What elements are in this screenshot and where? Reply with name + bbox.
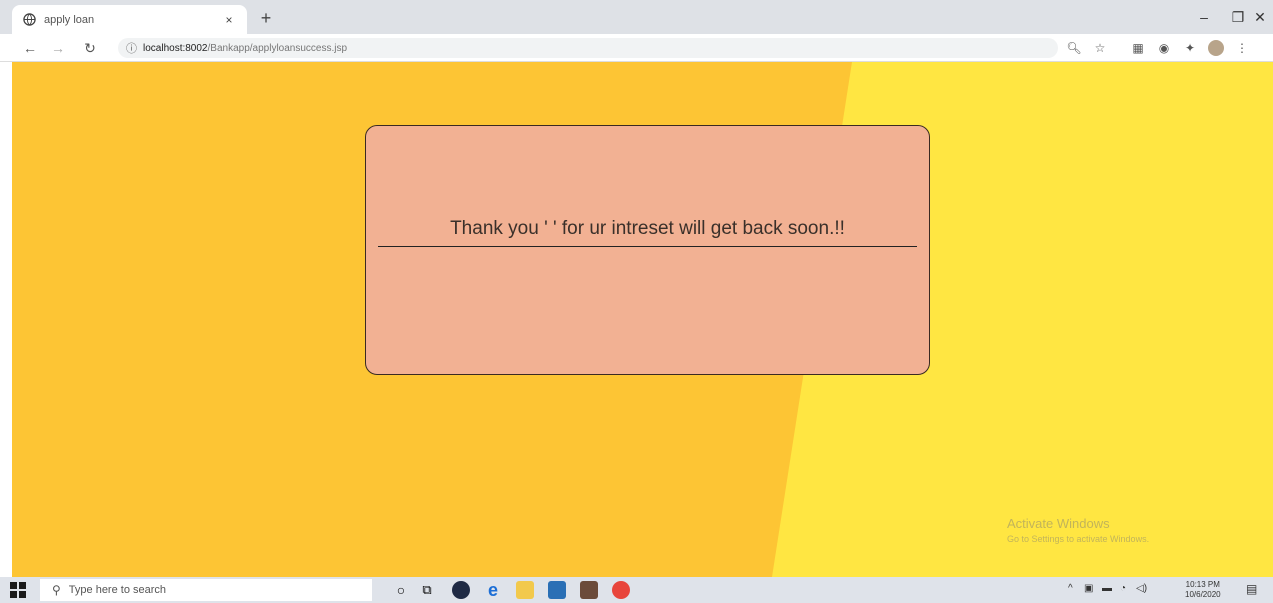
address-bar: ← → ↻ ⓘ localhost:8002 /Bankapp/applyloa…	[0, 34, 1273, 62]
app-icon[interactable]	[580, 581, 598, 599]
reload-icon[interactable]: ↻	[80, 38, 100, 58]
clock-time: 10:13 PM	[1185, 580, 1220, 589]
wifi-icon[interactable]: ◔	[1120, 583, 1126, 594]
tray-app-icon[interactable]: ▣	[1084, 583, 1093, 594]
search-placeholder: Type here to search	[68, 584, 167, 596]
forward-arrow-icon[interactable]: →	[48, 38, 68, 58]
message-card: Thank you ' ' for ur intreset will get b…	[365, 125, 930, 375]
watermark-title: Activate Windows	[1007, 516, 1110, 531]
zoom-icon[interactable]: 🔍︎	[1066, 40, 1082, 56]
volume-icon[interactable]: ◁)	[1136, 583, 1147, 594]
store-icon[interactable]	[548, 581, 566, 599]
page-viewport: Thank you ' ' for ur intreset will get b…	[12, 62, 1273, 577]
windows-start-icon[interactable]	[10, 582, 26, 598]
tab-strip: apply loan × + – ❐ ✕	[0, 0, 1273, 34]
extension-icon[interactable]: ▦	[1130, 40, 1146, 56]
search-icon: ⚲	[52, 583, 61, 597]
url-field[interactable]: ⓘ localhost:8002 /Bankapp/applyloansucce…	[118, 38, 1058, 58]
bookmark-star-icon[interactable]: ☆	[1092, 40, 1108, 56]
extension-icon[interactable]: ◉	[1156, 40, 1172, 56]
battery-icon[interactable]: ▬	[1102, 583, 1112, 594]
url-host: localhost:8002	[143, 42, 208, 54]
url-path: /Bankapp/applyloansuccess.jsp	[207, 42, 348, 54]
app-icon[interactable]	[452, 581, 470, 599]
back-arrow-icon[interactable]: ←	[20, 38, 40, 58]
globe-icon	[22, 13, 36, 27]
taskbar-search-input[interactable]: ⚲ Type here to search	[40, 579, 372, 601]
chrome-icon[interactable]	[612, 581, 630, 599]
new-tab-button[interactable]: +	[256, 8, 276, 28]
extensions-puzzle-icon[interactable]: ✦	[1182, 40, 1198, 56]
activate-windows-watermark: Activate Windows Go to Settings to activ…	[1007, 516, 1149, 544]
file-explorer-icon[interactable]	[516, 581, 534, 599]
browser-tab[interactable]: apply loan ×	[12, 5, 247, 34]
watermark-subtitle: Go to Settings to activate Windows.	[1007, 534, 1150, 544]
taskbar: ⚲ Type here to search ○ ⧉ e ^ ▣ ▬ ◔ ◁) 1…	[0, 577, 1273, 603]
clock-date: 10/6/2020	[1185, 590, 1221, 599]
tray-chevron-icon[interactable]: ^	[1068, 583, 1073, 594]
close-tab-icon[interactable]: ×	[221, 13, 237, 27]
notifications-icon[interactable]: ▤	[1246, 582, 1257, 596]
edge-browser-icon[interactable]: e	[484, 581, 502, 599]
task-view-icon[interactable]: ⧉	[418, 581, 436, 599]
tab-title: apply loan	[44, 13, 95, 26]
menu-icon[interactable]: ⋮	[1234, 40, 1250, 56]
close-window-button[interactable]: ✕	[1240, 6, 1273, 28]
info-icon[interactable]: ⓘ	[126, 40, 137, 56]
thank-you-message: Thank you ' ' for ur intreset will get b…	[378, 218, 917, 247]
system-clock[interactable]: 10:13 PM 10/6/2020	[1185, 580, 1221, 600]
profile-avatar-icon[interactable]	[1208, 40, 1224, 56]
cortana-icon[interactable]: ○	[392, 581, 410, 599]
